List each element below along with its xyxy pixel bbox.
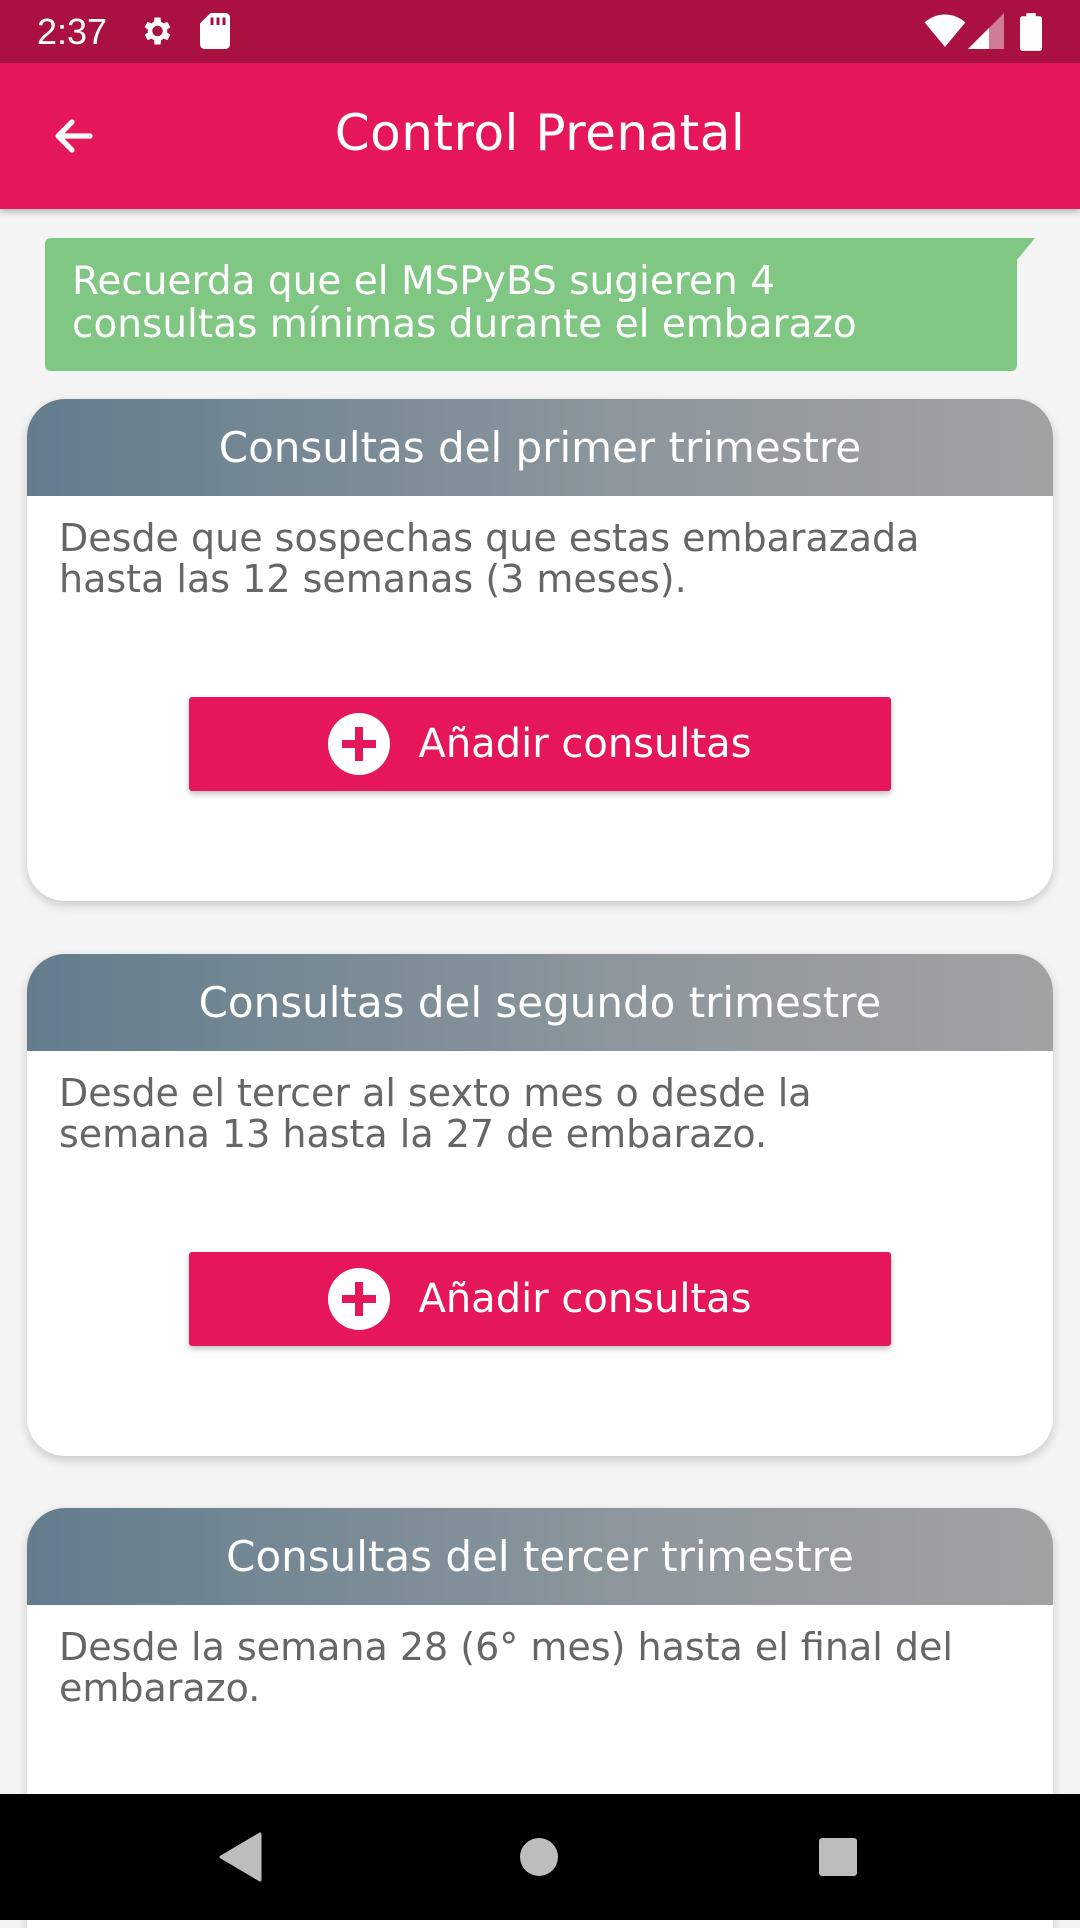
card-description: Desde que sospechas que estas embarazada…	[59, 518, 1034, 600]
card-description-line-2: embarazo.	[59, 1666, 261, 1710]
sd-card-icon	[200, 13, 230, 53]
add-circle-icon	[328, 1268, 391, 1330]
card-description-line-2: semana 13 hasta la 27 de embarazo.	[59, 1112, 768, 1156]
trimester-card-2: Consultas del segundo trimestre Desde el…	[27, 954, 1053, 1456]
reminder-line-1: Recuerda que el MSPyBS sugieren 4	[72, 259, 775, 304]
nav-back-icon	[218, 1832, 262, 1886]
status-bar: 2:37	[0, 0, 1080, 63]
navigation-bar	[0, 1794, 1080, 1920]
card-title: Consultas del primer trimestre	[27, 399, 1053, 496]
reminder-text: Recuerda que el MSPyBS sugieren 4 consul…	[72, 260, 992, 346]
page-title: Control Prenatal	[334, 104, 746, 162]
card-description-line-1: Desde el tercer al sexto mes o desde la	[59, 1071, 812, 1115]
battery-icon	[1020, 13, 1042, 55]
card-title: Consultas del segundo trimestre	[27, 954, 1053, 1051]
add-consultation-button[interactable]: Añadir consultas	[189, 1252, 891, 1346]
arrow-back-icon	[50, 112, 98, 164]
add-consultation-label: Añadir consultas	[418, 1276, 752, 1322]
gear-icon	[138, 13, 174, 53]
card-description-line-2: hasta las 12 semanas (3 meses).	[59, 557, 687, 601]
add-circle-icon	[328, 713, 391, 775]
add-consultation-button[interactable]: Añadir consultas	[189, 697, 891, 791]
nav-home-button[interactable]	[504, 1824, 574, 1894]
trimester-card-1: Consultas del primer trimestre Desde que…	[27, 399, 1053, 901]
card-description-line-1: Desde la semana 28 (6° mes) hasta el fin…	[59, 1625, 953, 1669]
back-button[interactable]	[34, 98, 114, 178]
card-description: Desde el tercer al sexto mes o desde la …	[59, 1073, 1034, 1155]
nav-recents-button[interactable]	[803, 1824, 873, 1894]
nav-recents-icon	[818, 1837, 858, 1881]
status-time: 2:37	[37, 11, 108, 52]
card-description: Desde la semana 28 (6° mes) hasta el fin…	[59, 1627, 1034, 1709]
card-title: Consultas del tercer trimestre	[27, 1508, 1053, 1605]
nav-home-icon	[519, 1837, 559, 1881]
nav-back-button[interactable]	[205, 1824, 275, 1894]
card-description-line-1: Desde que sospechas que estas embarazada	[59, 516, 920, 560]
add-consultation-label: Añadir consultas	[418, 721, 752, 767]
reminder-line-2: consultas mínimas durante el embarazo	[72, 302, 857, 347]
wifi-icon	[924, 13, 966, 51]
signal-icon	[968, 13, 1004, 53]
app-bar: Control Prenatal	[0, 63, 1080, 209]
